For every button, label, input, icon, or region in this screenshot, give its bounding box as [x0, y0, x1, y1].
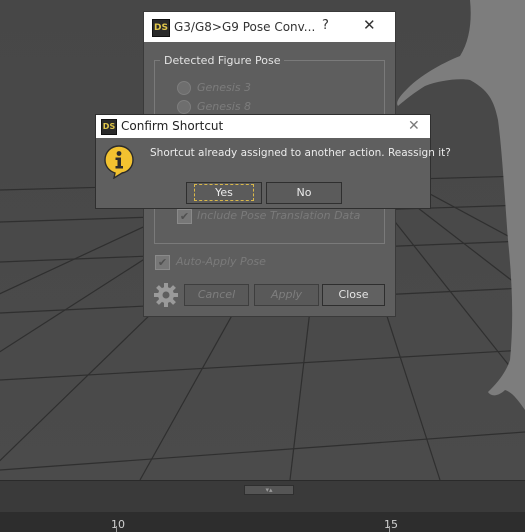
pose-dialog-title: G3/G8>G9 Pose Conv...: [174, 20, 316, 34]
yes-button-label: Yes: [194, 184, 254, 201]
no-button[interactable]: No: [266, 182, 342, 204]
yes-button[interactable]: Yes: [186, 182, 262, 204]
radio-genesis-8-label: Genesis 8: [197, 100, 252, 113]
auto-apply-checkbox[interactable]: ✔: [155, 255, 170, 270]
close-icon[interactable]: ✕: [363, 16, 376, 34]
close-icon[interactable]: ✕: [408, 118, 420, 134]
close-button[interactable]: Close: [322, 284, 385, 306]
auto-apply-label: Auto-Apply Pose: [176, 255, 266, 268]
pose-dialog-titlebar[interactable]: DS G3/G8>G9 Pose Conv... ? ✕: [144, 12, 395, 42]
radio-genesis-8[interactable]: [177, 100, 191, 114]
timeline-tick: [389, 526, 390, 532]
cancel-button[interactable]: Cancel: [184, 284, 249, 306]
ds-logo: DS: [101, 119, 117, 135]
info-icon: [104, 145, 134, 179]
ds-logo: DS: [152, 19, 170, 37]
confirm-shortcut-dialog: DS Confirm Shortcut ✕ Shortcut already a…: [95, 114, 451, 209]
confirm-dialog-titlebar[interactable]: DS Confirm Shortcut ✕: [96, 115, 430, 138]
apply-button[interactable]: Apply: [254, 284, 319, 306]
help-button[interactable]: ?: [322, 18, 329, 33]
include-translation-checkbox[interactable]: ✔: [177, 209, 192, 224]
confirm-message: Shortcut already assigned to another act…: [150, 147, 451, 159]
confirm-dialog-title: Confirm Shortcut: [121, 119, 224, 133]
timeline-tick: [116, 526, 117, 532]
gear-icon[interactable]: [153, 282, 179, 308]
radio-genesis-3-label: Genesis 3: [197, 81, 252, 94]
include-translation-label: Include Pose Translation Data: [197, 209, 361, 222]
timeline-label: 15: [384, 518, 398, 531]
timeline-ruler[interactable]: 10 15: [0, 512, 525, 532]
detected-pose-label: Detected Figure Pose: [160, 54, 285, 67]
timeline-label: 10: [111, 518, 125, 531]
collapse-tab[interactable]: ▾▴: [244, 485, 294, 495]
radio-genesis-3[interactable]: [177, 81, 191, 95]
